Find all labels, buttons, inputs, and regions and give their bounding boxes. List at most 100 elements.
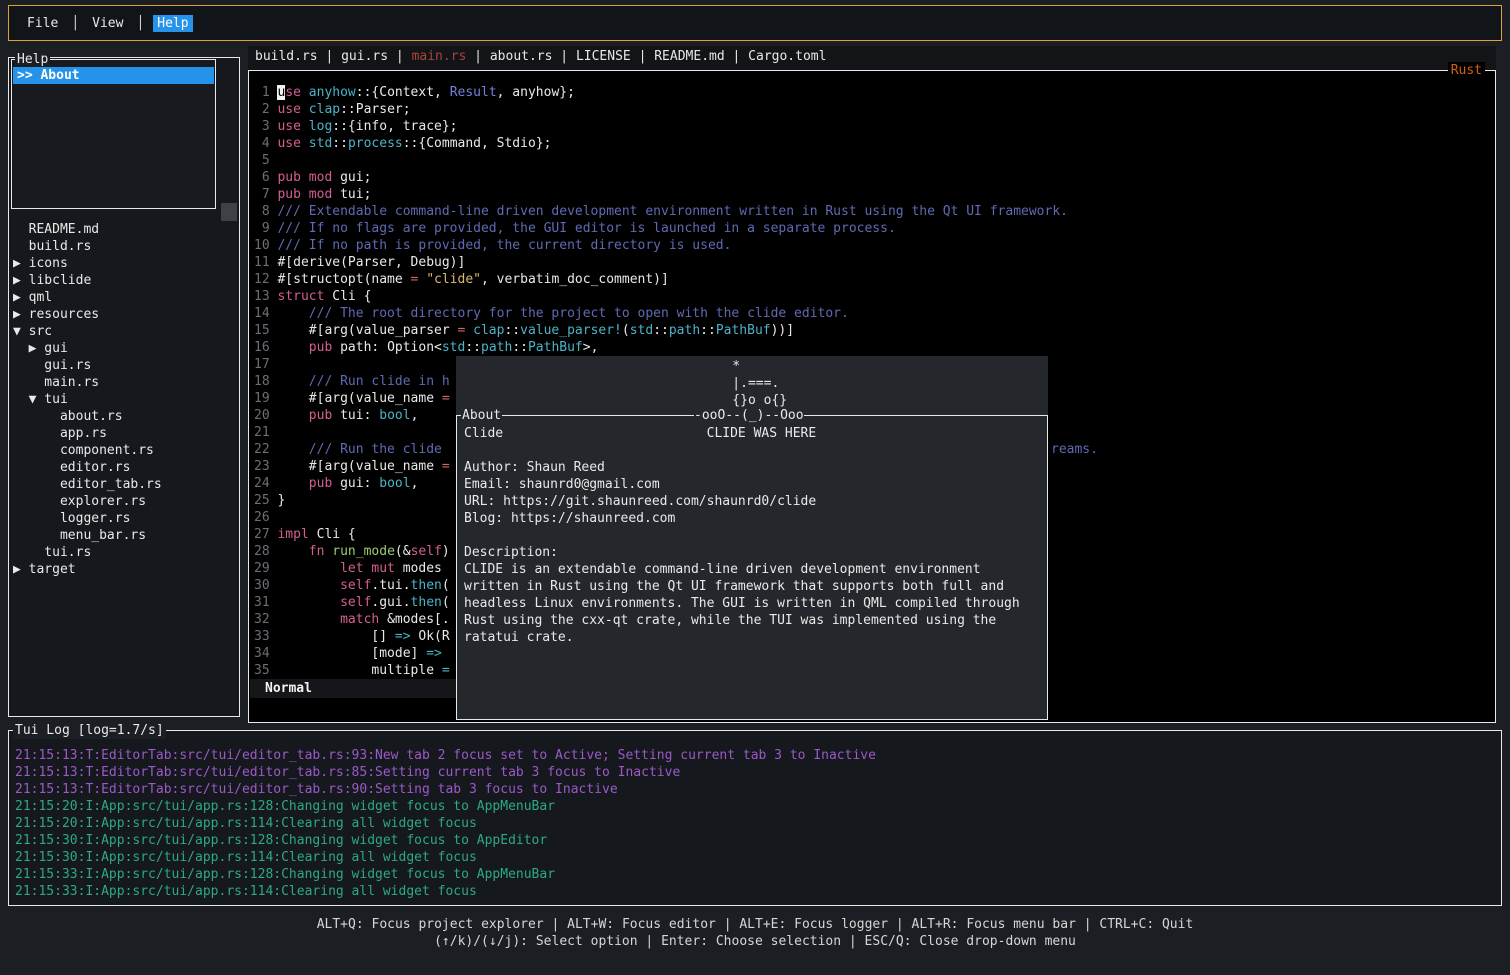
menu-item-help[interactable]: Help [153, 15, 192, 32]
code-token: let mut [277, 561, 402, 576]
popup-content-line: CLIDE is an extendable command-line driv… [464, 561, 1020, 578]
tree-item-tui[interactable]: ▼ tui [13, 391, 237, 408]
popup-content-line: Author: Shaun Reed [464, 459, 1020, 476]
code-token: :: [332, 136, 348, 151]
tab-separator: | [318, 49, 341, 64]
menu-item-view[interactable]: View [88, 15, 127, 32]
code-token: se [285, 85, 308, 100]
line-number: 19 [254, 391, 277, 406]
explorer-scrollbar-thumb[interactable] [221, 203, 237, 221]
tree-item-editor.rs[interactable]: editor.rs [13, 459, 237, 476]
code-token: /// If no path is provided, the current … [277, 238, 731, 253]
code-token: match [277, 612, 387, 627]
tree-item-gui[interactable]: ▶ gui [13, 340, 237, 357]
log-line-trace: 21:15:13:T:EditorTab:src/tui/editor_tab.… [15, 781, 876, 798]
code-token: pub mod [277, 187, 340, 202]
popup-content-line: written in Rust using the Qt UI framewor… [464, 578, 1020, 595]
log-line-trace: 21:15:13:T:EditorTab:src/tui/editor_tab.… [15, 764, 876, 781]
line-number: 16 [254, 340, 277, 355]
editor-tab-build.rs[interactable]: build.rs [255, 49, 318, 64]
editor-tab-readme.md[interactable]: README.md [654, 49, 724, 64]
line-number: 7 [254, 187, 277, 202]
code-line[interactable]: 12 #[structopt(name = "clide", verbatim_… [254, 271, 1068, 288]
popup-content-line: headless Linux environments. The GUI is … [464, 595, 1020, 612]
ascii-art-line: |.===. [701, 375, 787, 392]
code-line[interactable]: 11 #[derive(Parser, Debug)] [254, 254, 1068, 271]
tree-item-src[interactable]: ▼ src [13, 323, 237, 340]
code-line[interactable]: 7 pub mod tui; [254, 186, 1068, 203]
tree-item-resources[interactable]: ▶ resources [13, 306, 237, 323]
code-line[interactable]: 14 /// The root directory for the projec… [254, 305, 1068, 322]
tree-item-build.rs[interactable]: build.rs [13, 238, 237, 255]
menu-item-file[interactable]: File [23, 15, 62, 32]
editor-tab-cargo.toml[interactable]: Cargo.toml [748, 49, 826, 64]
code-token: PathBuf [528, 340, 583, 355]
code-token: ) [442, 544, 450, 559]
code-line[interactable]: 3 use log::{info, trace}; [254, 118, 1068, 135]
tree-item-editor_tab.rs[interactable]: editor_tab.rs [13, 476, 237, 493]
editor-tab-license[interactable]: LICENSE [576, 49, 631, 64]
about-popup: * |.===. {}o o{} About -ooO--(_)--Ooo Cl… [456, 356, 1048, 720]
code-token: modes [403, 561, 442, 576]
line-number: 11 [254, 255, 277, 270]
code-token: , anyhow}; [497, 85, 575, 100]
code-token: /// Extendable command-line driven devel… [277, 204, 1068, 219]
code-token: /// Run clide in h [277, 374, 449, 389]
tree-item-about.rs[interactable]: about.rs [13, 408, 237, 425]
code-line[interactable]: 6 pub mod gui; [254, 169, 1068, 186]
code-line[interactable]: 16 pub path: Option<std::path::PathBuf>, [254, 339, 1068, 356]
tree-item-menu_bar.rs[interactable]: menu_bar.rs [13, 527, 237, 544]
line-number: 33 [254, 629, 277, 644]
code-line[interactable]: 15 #[arg(value_parser = clap::value_pars… [254, 322, 1068, 339]
popup-content-line: Email: shaunrd0@gmail.com [464, 476, 1020, 493]
code-line[interactable]: 8 /// Extendable command-line driven dev… [254, 203, 1068, 220]
kilroy-ascii-art: * |.===. {}o o{} [701, 358, 787, 409]
code-line[interactable]: 9 /// If no flags are provided, the GUI … [254, 220, 1068, 237]
tree-item-explorer.rs[interactable]: explorer.rs [13, 493, 237, 510]
code-token: ::{Command, Stdio}; [403, 136, 552, 151]
editor-tab-gui.rs[interactable]: gui.rs [341, 49, 388, 64]
tree-item-app.rs[interactable]: app.rs [13, 425, 237, 442]
tab-separator: | [725, 49, 748, 64]
tree-item-gui.rs[interactable]: gui.rs [13, 357, 237, 374]
tree-item-component.rs[interactable]: component.rs [13, 442, 237, 459]
code-line[interactable]: 4 use std::process::{Command, Stdio}; [254, 135, 1068, 152]
code-token: => [426, 646, 442, 661]
code-token: #[arg(value_parser [277, 323, 457, 338]
code-line[interactable]: 2 use clap::Parser; [254, 101, 1068, 118]
line-number: 31 [254, 595, 277, 610]
editor-tab-about.rs[interactable]: about.rs [490, 49, 553, 64]
line-number: 18 [254, 374, 277, 389]
code-token: &modes[. [387, 612, 450, 627]
tree-item-main.rs[interactable]: main.rs [13, 374, 237, 391]
code-token: use [277, 136, 308, 151]
code-token: [mode] [277, 646, 426, 661]
code-line[interactable]: 10 /// If no path is provided, the curre… [254, 237, 1068, 254]
editor-tab-main.rs[interactable]: main.rs [412, 49, 467, 64]
help-bar-line-2: (↑/k)/(↓/j): Select option | Enter: Choo… [0, 933, 1510, 950]
dropdown-item-about[interactable]: >> About [13, 67, 214, 84]
log-line-info: 21:15:20:I:App:src/tui/app.rs:128:Changi… [15, 798, 876, 815]
tree-item-qml[interactable]: ▶ qml [13, 289, 237, 306]
tree-item-README.md[interactable]: README.md [13, 221, 237, 238]
code-token: bool [379, 476, 410, 491]
code-token: use [277, 102, 308, 117]
code-token: clap [309, 102, 340, 117]
popup-content-line: Rust using the cxx-qt crate, while the T… [464, 612, 1020, 629]
code-token: bool [379, 408, 410, 423]
line-number: 9 [254, 221, 277, 236]
log-line-info: 21:15:20:I:App:src/tui/app.rs:114:Cleari… [15, 815, 876, 832]
tree-item-icons[interactable]: ▶ icons [13, 255, 237, 272]
code-line[interactable]: 1 use anyhow::{Context, Result, anyhow}; [254, 84, 1068, 101]
tree-item-target[interactable]: ▶ target [13, 561, 237, 578]
tree-item-tui.rs[interactable]: tui.rs [13, 544, 237, 561]
code-token: #[arg(value_name [277, 391, 441, 406]
tree-item-libclide[interactable]: ▶ libclide [13, 272, 237, 289]
code-line[interactable]: 5 [254, 152, 1068, 169]
code-token: [] [277, 629, 394, 644]
code-line[interactable]: 13 struct Cli { [254, 288, 1068, 305]
line-number: 23 [254, 459, 277, 474]
tree-item-logger.rs[interactable]: logger.rs [13, 510, 237, 527]
editor-panel[interactable]: Rust 1 use anyhow::{Context, Result, any… [248, 70, 1496, 723]
code-token: tui; [340, 187, 371, 202]
